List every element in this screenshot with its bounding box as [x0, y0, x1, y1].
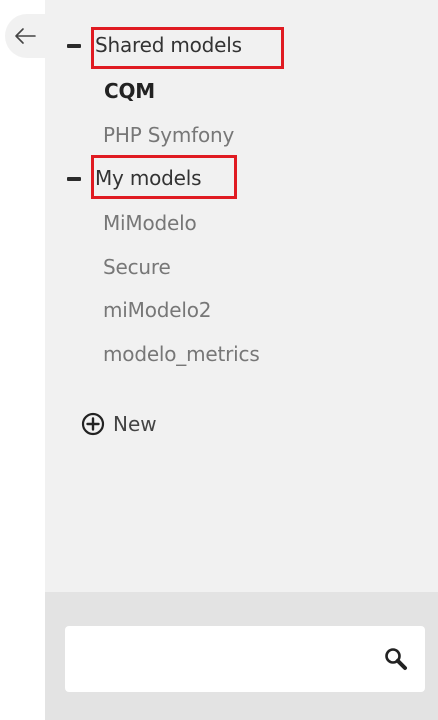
minus-icon[interactable]	[67, 177, 81, 181]
arrow-left-icon	[15, 28, 36, 44]
plus-circle-icon	[81, 412, 105, 436]
highlight-box	[91, 27, 284, 69]
search-icon[interactable]	[383, 646, 409, 672]
model-item-cqm[interactable]: CQM	[104, 79, 155, 103]
model-item-php-symfony[interactable]: PHP Symfony	[103, 123, 234, 147]
new-model-button[interactable]: New	[81, 412, 157, 436]
models-sidebar: Shared models CQM PHP Symfony My models …	[45, 0, 438, 720]
highlight-box	[91, 155, 237, 199]
minus-icon[interactable]	[67, 44, 81, 48]
model-item-modelo-metrics[interactable]: modelo_metrics	[103, 342, 260, 366]
sidebar-footer	[45, 592, 438, 720]
search-box[interactable]	[65, 626, 425, 692]
model-item-mimodelo[interactable]: MiModelo	[103, 211, 197, 235]
search-input[interactable]	[77, 638, 371, 682]
model-item-secure[interactable]: Secure	[103, 255, 171, 279]
model-item-mimodelo2[interactable]: miModelo2	[103, 298, 211, 322]
models-page: Shared models CQM PHP Symfony My models …	[0, 0, 438, 720]
new-button-label: New	[113, 412, 157, 436]
